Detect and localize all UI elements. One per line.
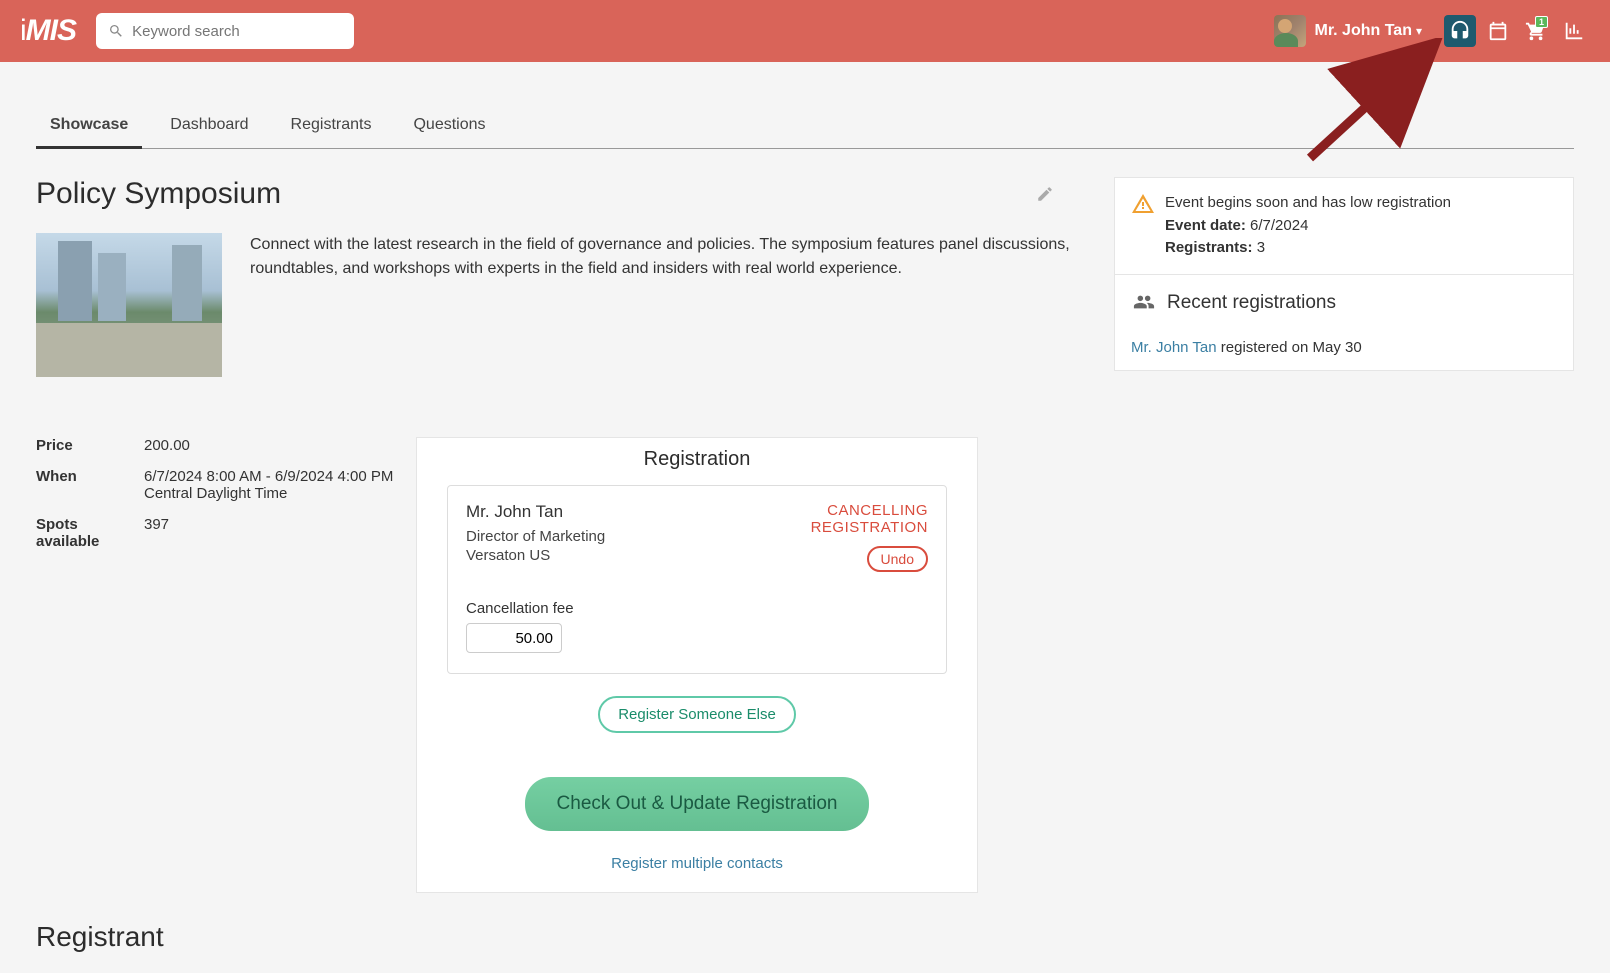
tab-dashboard[interactable]: Dashboard (156, 106, 262, 148)
when-line1: 6/7/2024 8:00 AM - 6/9/2024 4:00 PM (144, 468, 393, 485)
spots-label: Spots available (36, 516, 144, 550)
register-someone-else-button[interactable]: Register Someone Else (598, 696, 796, 733)
chevron-down-icon[interactable]: ▾ (1416, 24, 1422, 38)
recent-registration-row: Mr. John Tan registered on May 30 (1115, 337, 1573, 370)
when-label: When (36, 468, 144, 502)
top-header: iMIS Mr. John Tan ▾ 1 (0, 0, 1610, 62)
price-label: Price (36, 437, 144, 454)
status-line2: REGISTRATION (811, 519, 928, 536)
cart-badge: 1 (1535, 16, 1548, 28)
registrants-label: Registrants: (1165, 239, 1253, 256)
search-icon (108, 22, 124, 40)
recent-registration-rest: registered on May 30 (1217, 339, 1362, 356)
registration-card: Mr. John Tan Director of Marketing Versa… (447, 485, 947, 674)
event-image (36, 233, 222, 377)
page-title: Policy Symposium (36, 177, 281, 211)
warning-text: Event begins soon and has low registrati… (1165, 192, 1451, 215)
warning-icon (1131, 192, 1155, 216)
registrant-company: Versaton US (466, 547, 605, 564)
registration-panel: Registration Mr. John Tan Director of Ma… (416, 437, 978, 893)
chart-icon[interactable] (1558, 15, 1590, 47)
tab-bar: Showcase Dashboard Registrants Questions (36, 106, 1574, 149)
search-input[interactable] (132, 23, 342, 40)
recent-registrations-title: Recent registrations (1167, 289, 1336, 318)
calendar-icon[interactable] (1482, 15, 1514, 47)
tab-showcase[interactable]: Showcase (36, 106, 142, 149)
registration-title: Registration (447, 448, 947, 471)
logo: iMIS (20, 14, 76, 48)
registrant-name: Mr. John Tan (466, 502, 605, 522)
price-value: 200.00 (144, 437, 190, 454)
event-date-value: 6/7/2024 (1250, 217, 1308, 234)
edit-icon[interactable] (1036, 185, 1054, 203)
spots-value: 397 (144, 516, 169, 550)
checkout-button[interactable]: Check Out & Update Registration (525, 777, 870, 831)
recent-registrations-box: Recent registrations Mr. John Tan regist… (1114, 275, 1574, 372)
registrant-heading: Registrant (36, 921, 1074, 953)
headset-icon[interactable] (1444, 15, 1476, 47)
event-meta: Price 200.00 When 6/7/2024 8:00 AM - 6/9… (36, 437, 416, 893)
registrants-count: 3 (1257, 239, 1265, 256)
event-description: Connect with the latest research in the … (250, 233, 1074, 377)
tab-registrants[interactable]: Registrants (277, 106, 386, 148)
status-line1: CANCELLING (811, 502, 928, 519)
cart-icon[interactable]: 1 (1520, 15, 1552, 47)
when-line2: Central Daylight Time (144, 485, 393, 502)
search-box[interactable] (96, 13, 354, 49)
avatar[interactable] (1274, 15, 1306, 47)
cancel-fee-input[interactable] (466, 623, 562, 653)
cancel-fee-label: Cancellation fee (466, 600, 928, 617)
undo-button[interactable]: Undo (867, 546, 928, 572)
event-date-label: Event date: (1165, 217, 1246, 234)
tab-questions[interactable]: Questions (399, 106, 499, 148)
user-name[interactable]: Mr. John Tan (1314, 22, 1411, 40)
register-multiple-link[interactable]: Register multiple contacts (447, 855, 947, 872)
warning-box: Event begins soon and has low registrati… (1114, 177, 1574, 275)
registrant-title: Director of Marketing (466, 528, 605, 545)
recent-registration-name-link[interactable]: Mr. John Tan (1131, 339, 1217, 356)
people-icon (1131, 291, 1157, 313)
